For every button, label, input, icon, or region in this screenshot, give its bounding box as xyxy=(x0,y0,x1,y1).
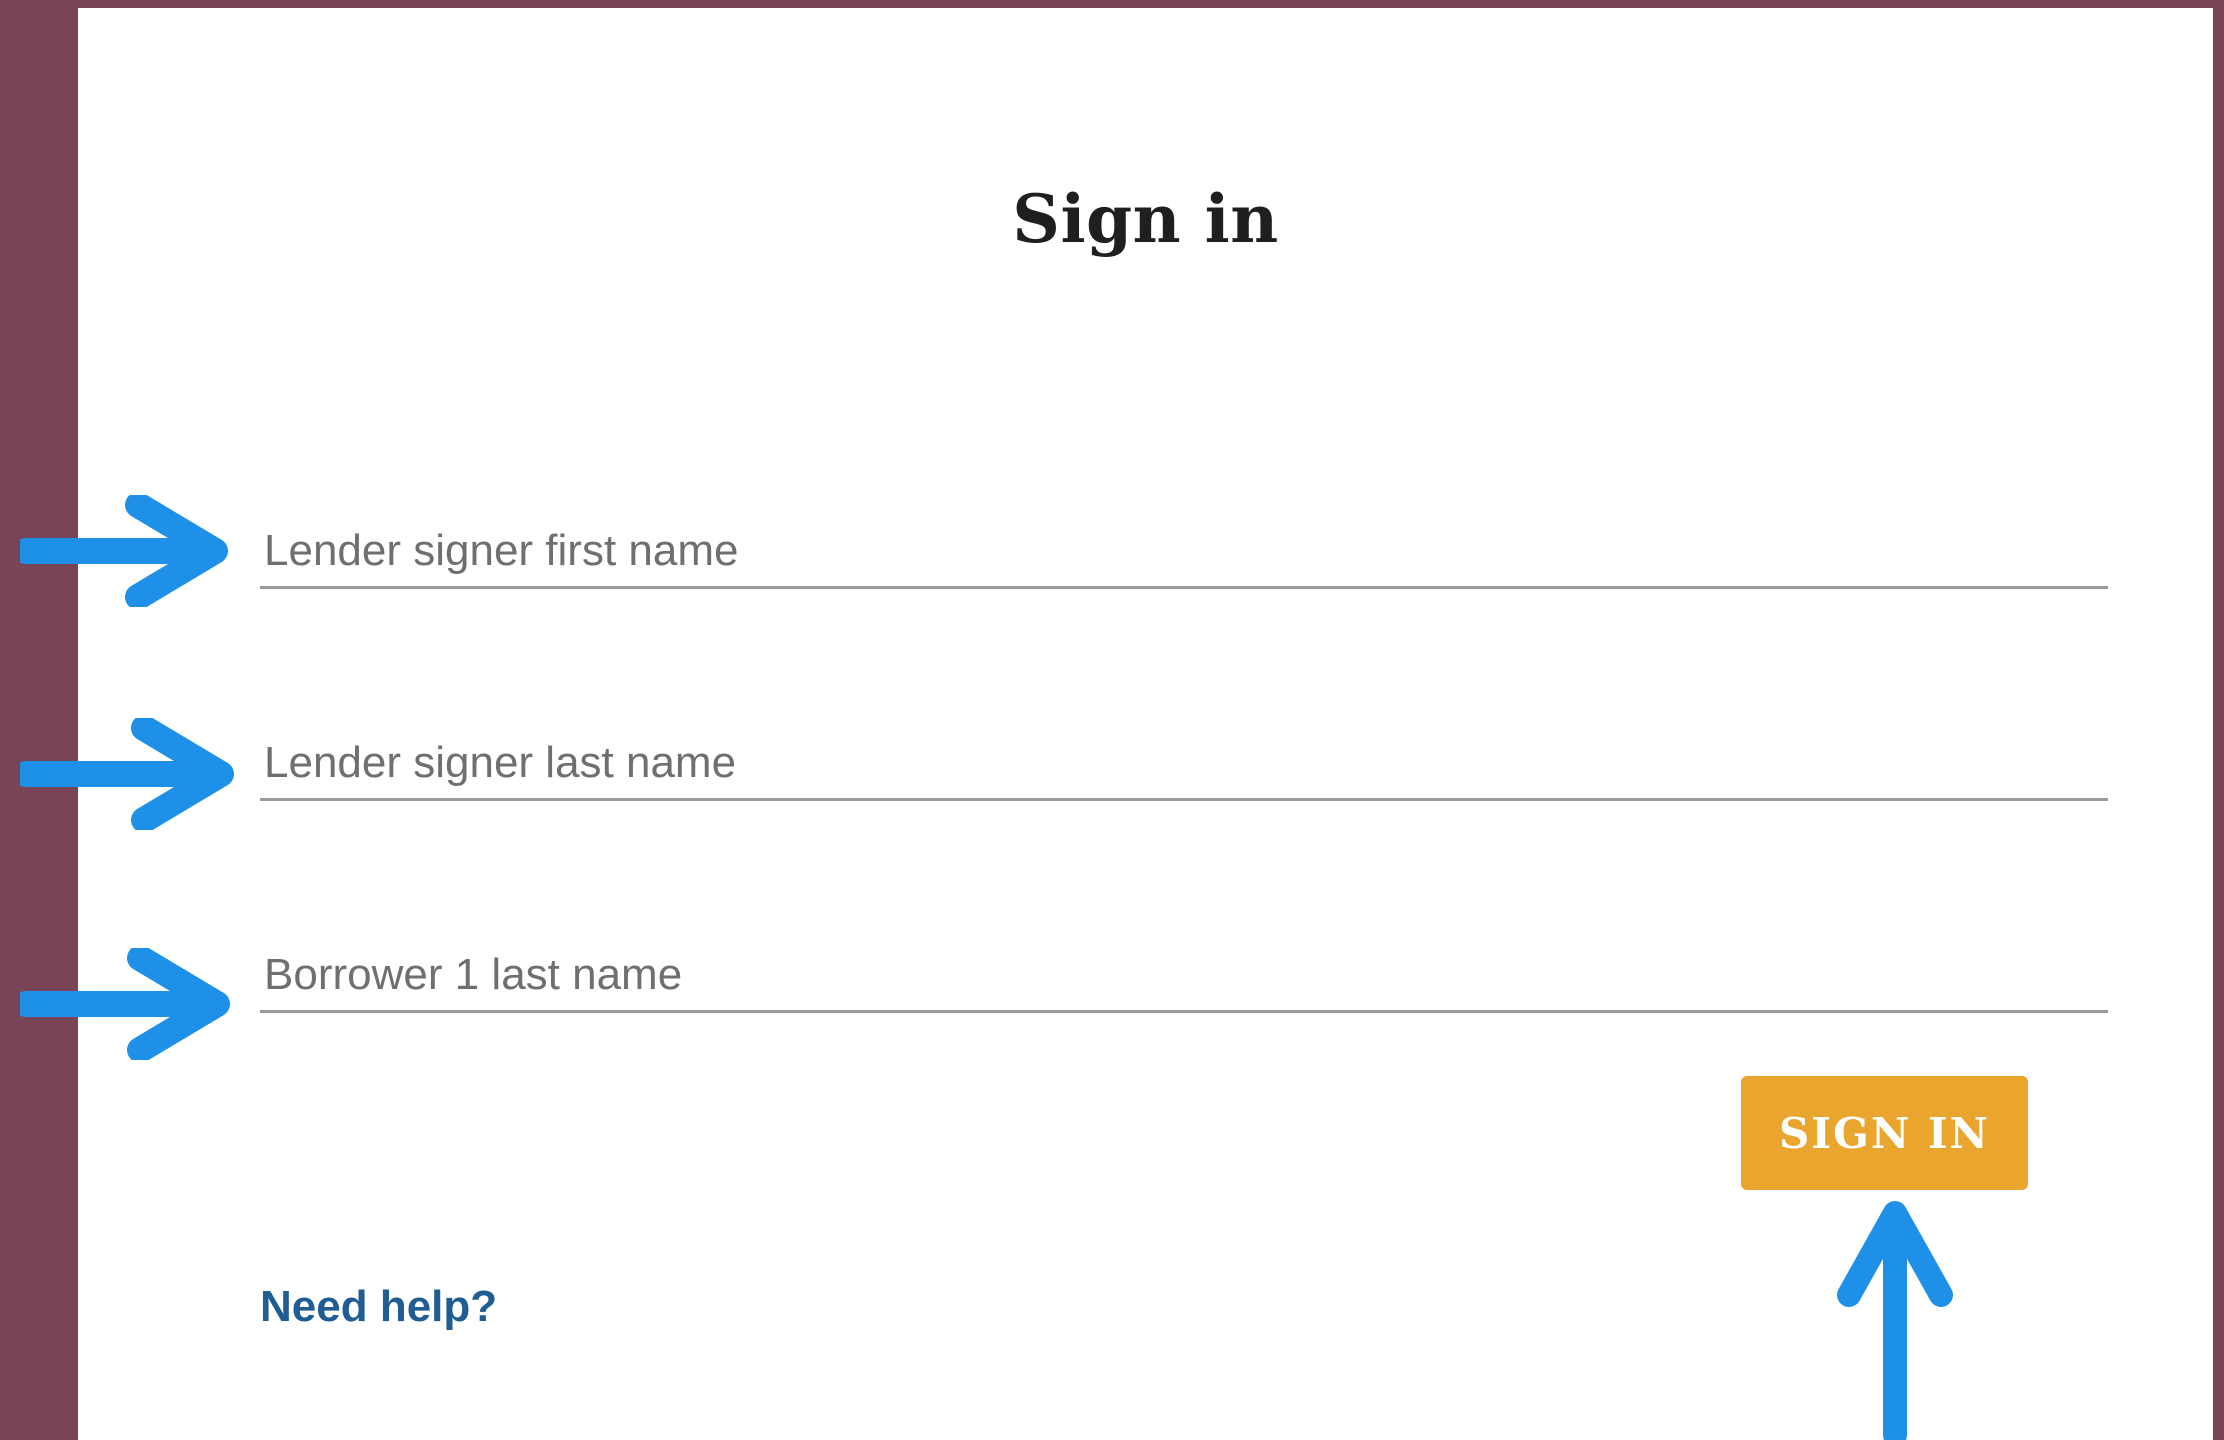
lender-last-name-input[interactable] xyxy=(260,728,2108,798)
need-help-link[interactable]: Need help? xyxy=(260,1282,497,1332)
right-arrow-icon xyxy=(20,948,230,1060)
right-arrow-icon xyxy=(20,495,228,607)
lender-first-name-input[interactable] xyxy=(260,516,2108,586)
right-arrow-icon xyxy=(20,718,234,830)
first-name-field xyxy=(260,516,2108,589)
borrower-last-name-input[interactable] xyxy=(260,940,2108,1010)
page-title: Sign in xyxy=(1012,180,1279,258)
up-arrow-icon xyxy=(1837,1201,1953,1440)
sign-in-button[interactable]: SIGN IN xyxy=(1741,1076,2028,1190)
last-name-field xyxy=(260,728,2108,801)
borrower-last-name-field xyxy=(260,940,2108,1013)
